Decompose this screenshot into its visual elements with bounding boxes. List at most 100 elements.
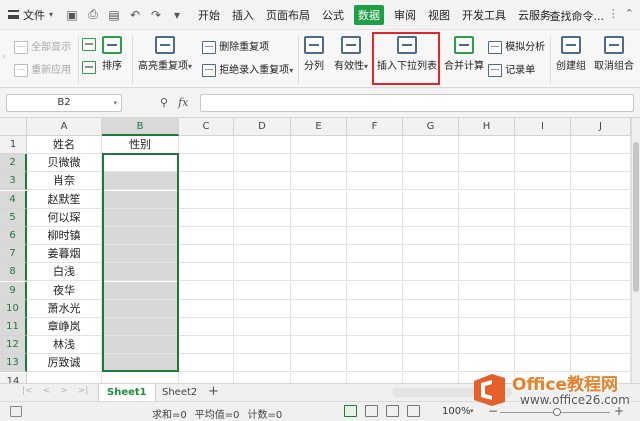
name-cell[interactable]: 赵默笙 (27, 190, 102, 209)
tab-view[interactable]: 视图 (426, 5, 452, 25)
grid-cell[interactable] (234, 336, 291, 355)
grid-cell[interactable] (347, 336, 403, 355)
grid-cell[interactable] (291, 136, 347, 154)
grid-cell[interactable] (234, 281, 291, 300)
grid-cell[interactable] (102, 227, 179, 245)
grid-cell[interactable] (291, 245, 347, 264)
row-header[interactable]: 12 (0, 336, 27, 355)
grid-cell[interactable] (515, 154, 571, 173)
macro-record-icon[interactable] (10, 406, 22, 417)
name-cell[interactable]: 肖奈 (27, 172, 102, 191)
print-icon[interactable]: ⎙ (86, 7, 100, 22)
grid-cell[interactable] (179, 208, 234, 227)
grid-cell[interactable] (403, 136, 459, 154)
grid-cell[interactable] (459, 245, 515, 264)
grid-cell[interactable] (102, 190, 179, 209)
tab-formulas[interactable]: 公式 (320, 5, 346, 25)
column-header-i[interactable]: I (515, 118, 571, 136)
grid-cell[interactable] (291, 227, 347, 245)
name-cell[interactable]: 白浅 (27, 263, 102, 282)
grid-cell[interactable] (515, 208, 571, 227)
prev-sheet-icon[interactable]: < (43, 386, 51, 396)
grid-cell[interactable] (347, 318, 403, 336)
grid-cell[interactable] (459, 190, 515, 209)
tab-home[interactable]: 开始 (196, 5, 222, 25)
grid-cell[interactable] (347, 154, 403, 173)
grid-cell[interactable] (291, 372, 347, 383)
grid-cell[interactable] (179, 172, 234, 191)
row-header[interactable]: 10 (0, 299, 27, 318)
grid-cell[interactable] (403, 190, 459, 209)
fx-icon[interactable]: fx (178, 96, 188, 109)
grid-cell[interactable] (234, 245, 291, 264)
grid-cell[interactable] (234, 354, 291, 373)
row-header[interactable]: 11 (0, 318, 27, 336)
grid-cell[interactable] (234, 372, 291, 383)
grid-cell[interactable] (102, 318, 179, 336)
grid-cell[interactable] (179, 336, 234, 355)
grid-cell[interactable] (515, 172, 571, 191)
sort-ascending-icon[interactable] (82, 38, 96, 51)
grid-cell[interactable] (403, 227, 459, 245)
grid-cell[interactable] (403, 263, 459, 282)
row-header[interactable]: 7 (0, 245, 27, 264)
grid-cell[interactable] (234, 318, 291, 336)
what-if-analysis-button[interactable]: 模拟分析 (488, 38, 545, 54)
name-box[interactable]: B2 ▾ (6, 94, 122, 112)
grid-cell[interactable] (179, 318, 234, 336)
sheet-tab-sheet1[interactable]: Sheet1 (98, 384, 156, 401)
reject-duplicates-button[interactable]: 拒绝录入重复项▾ (202, 61, 293, 77)
name-cell[interactable]: 夜华 (27, 281, 102, 300)
grid-cell[interactable] (403, 318, 459, 336)
grid-cell[interactable] (102, 172, 179, 191)
grid-cell[interactable] (403, 245, 459, 264)
row-header[interactable]: 2 (0, 154, 27, 173)
ungroup-button[interactable]: 取消组合 (594, 36, 634, 72)
customize-chevron-icon[interactable]: ▾ (170, 8, 184, 22)
validity-button[interactable]: 有效性▾ (334, 36, 368, 72)
name-cell[interactable]: 萧水光 (27, 299, 102, 318)
grid-cell[interactable] (179, 372, 234, 383)
name-cell[interactable]: 章峥岚 (27, 318, 102, 336)
grid-cell[interactable] (459, 136, 515, 154)
row-header[interactable]: 4 (0, 190, 27, 209)
grid-cell[interactable] (347, 136, 403, 154)
grid-cell[interactable] (347, 208, 403, 227)
grid-cell[interactable] (459, 172, 515, 191)
grid-cell[interactable] (571, 263, 631, 282)
name-cell[interactable]: 林浅 (27, 336, 102, 355)
page-layout-view-icon[interactable] (365, 405, 378, 417)
row-header[interactable]: 1 (0, 136, 27, 154)
reading-view-icon[interactable] (407, 405, 420, 417)
grid-cell[interactable] (459, 208, 515, 227)
highlight-duplicates-button[interactable]: 高亮重复项▾ (138, 36, 192, 72)
show-all-button[interactable]: 全部显示 (14, 38, 71, 54)
grid-cell[interactable] (179, 245, 234, 264)
grid-cell[interactable] (571, 208, 631, 227)
grid-cell[interactable] (291, 281, 347, 300)
column-header-h[interactable]: H (459, 118, 515, 136)
tab-developer[interactable]: 开发工具 (460, 5, 508, 25)
column-header-a[interactable]: A (27, 118, 102, 136)
grid-cell[interactable] (515, 336, 571, 355)
grid-cell[interactable] (347, 354, 403, 373)
grid-cell[interactable] (102, 263, 179, 282)
grid-cell[interactable] (571, 318, 631, 336)
grid-cell[interactable] (291, 263, 347, 282)
zoom-icon[interactable]: ⚲ (160, 96, 168, 109)
grid-cell[interactable] (179, 190, 234, 209)
grid-cell[interactable] (234, 136, 291, 154)
vertical-scrollbar-thumb[interactable] (633, 142, 639, 292)
grid-cell[interactable] (459, 154, 515, 173)
grid-cell[interactable] (234, 154, 291, 173)
sort-descending-icon[interactable] (82, 61, 96, 74)
grid-cell[interactable] (234, 299, 291, 318)
header-cell-gender[interactable]: 性别 (102, 136, 179, 154)
grid-cell[interactable] (102, 281, 179, 300)
grid-cell[interactable] (459, 227, 515, 245)
grid-cell[interactable] (234, 208, 291, 227)
row-header[interactable]: 9 (0, 281, 27, 300)
grid-cell[interactable] (403, 172, 459, 191)
delete-duplicates-button[interactable]: 删除重复项 (202, 38, 269, 54)
grid-cell[interactable] (571, 136, 631, 154)
